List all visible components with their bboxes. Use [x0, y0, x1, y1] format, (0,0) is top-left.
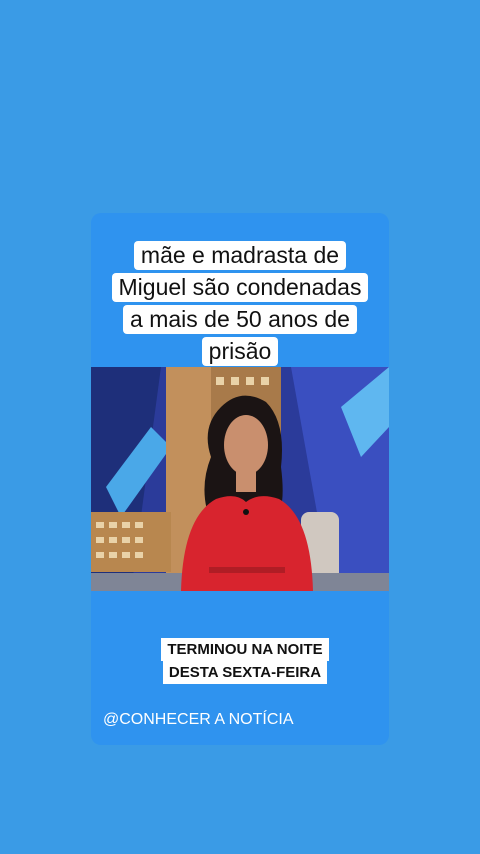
- headline-line-3: a mais de 50 anos de: [123, 305, 357, 334]
- headline-line-1: mãe e madrasta de: [133, 241, 347, 270]
- subtitle-caption: TERMINOU NA NOITE DESTA SEXTA-FEIRA: [150, 638, 340, 684]
- headline: mãe e madrasta de Miguel são condenadas …: [91, 241, 389, 369]
- headline-line-2: Miguel são condenadas: [111, 273, 369, 302]
- headline-line-4: prisão: [201, 337, 279, 366]
- news-card: mãe e madrasta de Miguel são condenadas …: [91, 213, 389, 745]
- subtitle-line-2: DESTA SEXTA-FEIRA: [162, 661, 328, 684]
- studio-scene: [91, 367, 389, 591]
- subtitle-line-1: TERMINOU NA NOITE: [161, 638, 329, 661]
- news-video-frame[interactable]: [91, 367, 389, 591]
- account-handle[interactable]: @CONHECER A NOTÍCIA: [103, 711, 294, 729]
